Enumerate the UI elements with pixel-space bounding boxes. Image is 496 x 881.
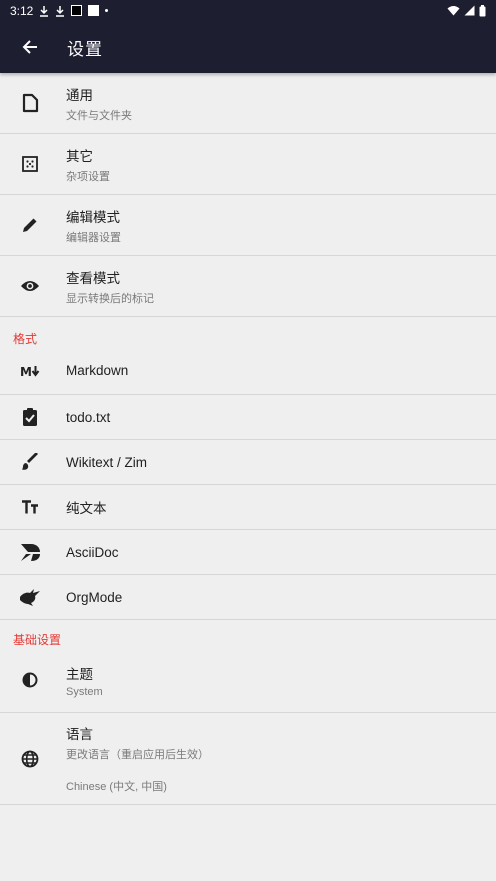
download-icon [55, 5, 65, 17]
format-item-asciidoc[interactable]: AsciiDoc [0, 530, 496, 575]
item-value: Chinese (中文, 中国) [66, 781, 167, 793]
settings-item-language[interactable]: 语言 更改语言（重启应用后生效） Chinese (中文, 中国) [0, 713, 496, 805]
settings-item-view-mode[interactable]: 查看模式 显示转换后的标记 [0, 256, 496, 317]
item-subtitle: 显示转换后的标记 [66, 292, 154, 305]
item-subtitle: 文件与文件夹 [66, 109, 132, 122]
dice-icon [0, 155, 60, 173]
item-title: AsciiDoc [66, 544, 119, 560]
item-title: Wikitext / Zim [66, 454, 147, 470]
section-header-format: 格式 [13, 332, 38, 346]
notification-square-icon [88, 5, 100, 16]
settings-item-general[interactable]: 通用 文件与文件夹 [0, 73, 496, 134]
contrast-icon [0, 672, 60, 688]
battery-icon [479, 4, 486, 17]
item-title: 纯文本 [66, 501, 107, 516]
asciidoc-icon [0, 542, 60, 562]
download-icon [39, 5, 49, 17]
format-item-markdown[interactable]: M Markdown [0, 347, 496, 395]
text-size-icon [0, 500, 60, 514]
more-notifications-dot-icon [105, 9, 109, 12]
clipboard-check-icon [0, 407, 60, 427]
item-subtitle: 更改语言（重启应用后生效） [66, 749, 209, 761]
item-subtitle: 杂项设置 [66, 170, 110, 183]
item-subtitle: System [66, 685, 103, 698]
file-icon [0, 93, 60, 113]
page-title: 设置 [67, 39, 103, 59]
arrow-back-icon [22, 39, 38, 55]
unicorn-icon [0, 588, 60, 606]
format-item-todotxt[interactable]: todo.txt [0, 395, 496, 440]
svg-text:M: M [20, 365, 32, 377]
item-title: 通用 [66, 87, 93, 103]
item-title: OrgMode [66, 589, 123, 605]
settings-item-other[interactable]: 其它 杂项设置 [0, 134, 496, 195]
section-header-basic: 基础设置 [13, 633, 62, 647]
pencil-icon [0, 216, 60, 234]
format-item-plaintext[interactable]: 纯文本 [0, 485, 496, 530]
notification-square-icon [71, 5, 83, 16]
back-button[interactable] [0, 21, 60, 73]
cell-signal-icon [464, 5, 475, 16]
item-title: 主题 [66, 666, 93, 682]
item-title: 编辑模式 [66, 209, 120, 225]
markdown-icon: M [0, 365, 60, 377]
item-title: 其它 [66, 148, 93, 164]
settings-item-theme[interactable]: 主题 System [0, 648, 496, 713]
item-title: Markdown [66, 363, 129, 378]
settings-item-edit-mode[interactable]: 编辑模式 编辑器设置 [0, 195, 496, 256]
status-bar: 3:12 [0, 0, 496, 21]
item-title: 查看模式 [66, 270, 120, 286]
wifi-icon [447, 5, 460, 16]
item-title: 语言 [66, 727, 93, 742]
brush-icon [0, 453, 60, 471]
format-item-wikitext[interactable]: Wikitext / Zim [0, 440, 496, 485]
eye-icon [0, 279, 60, 293]
format-item-orgmode[interactable]: OrgMode [0, 575, 496, 620]
globe-icon [0, 750, 60, 768]
app-bar: 设置 [0, 21, 496, 73]
item-subtitle: 编辑器设置 [66, 231, 121, 244]
item-title: todo.txt [66, 409, 111, 425]
status-time: 3:12 [10, 3, 34, 18]
